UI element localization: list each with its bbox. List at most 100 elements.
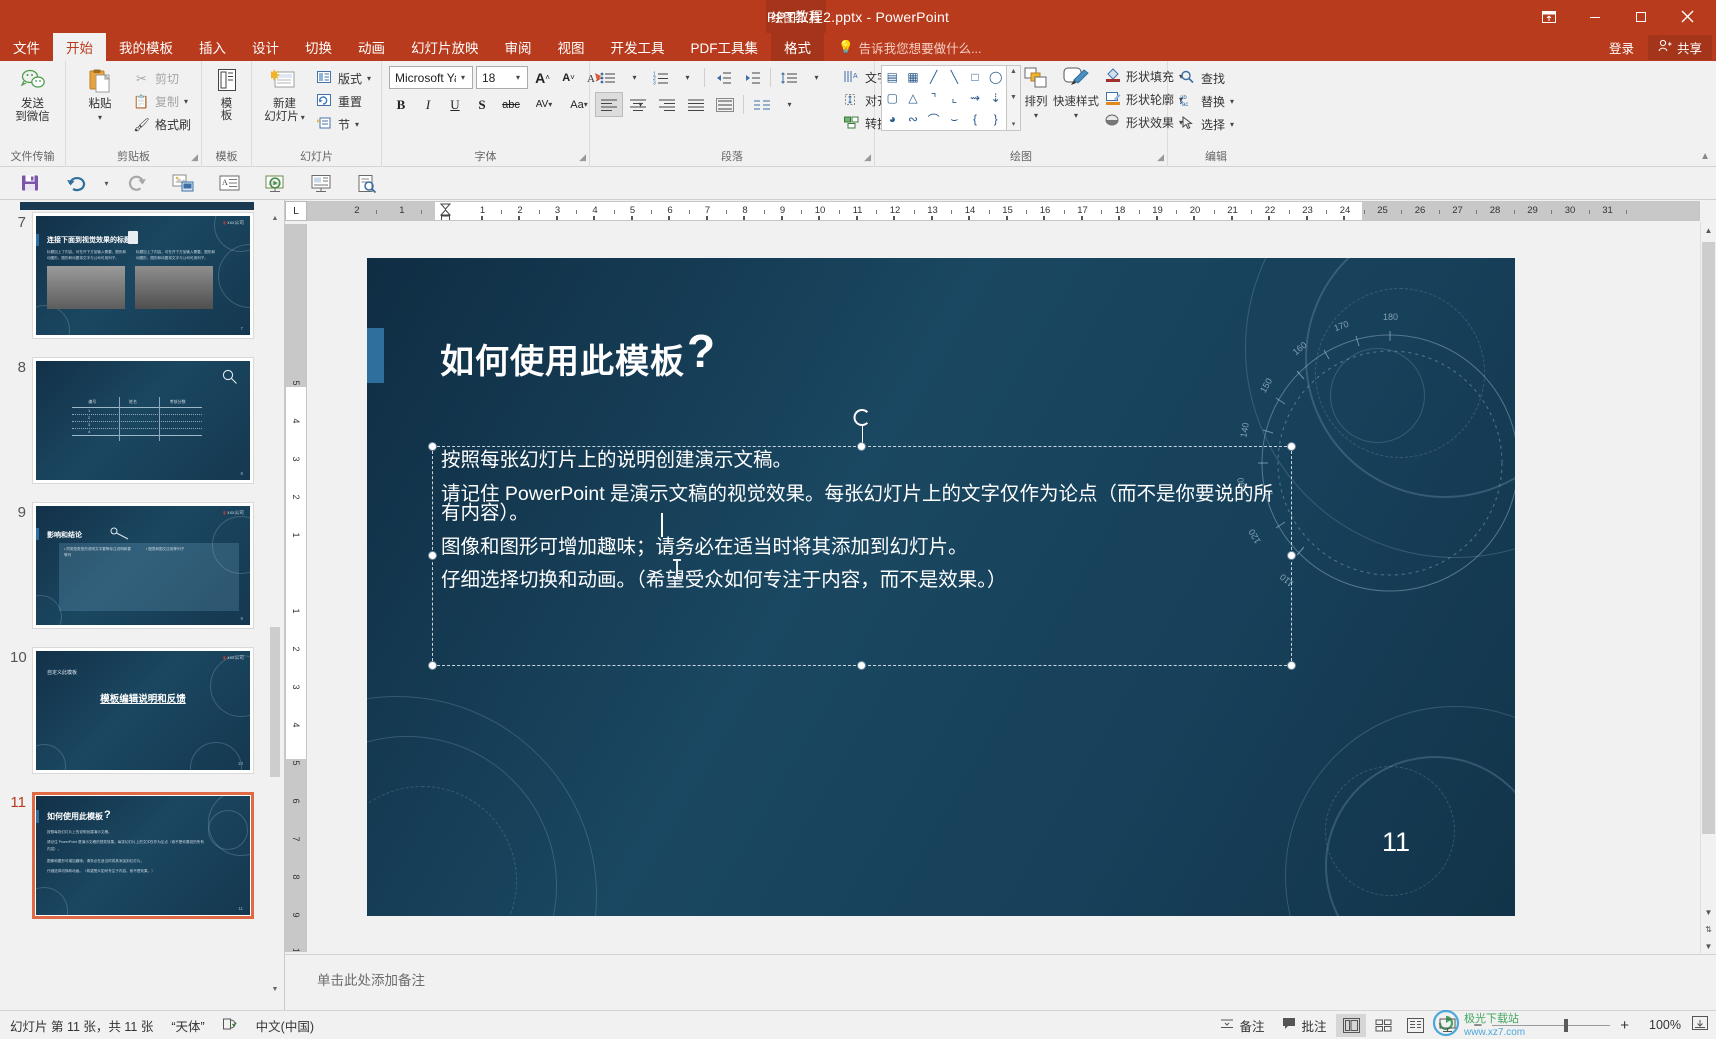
tab-animations[interactable]: 动画 — [345, 33, 398, 61]
thumbnail-scrollbar[interactable]: ▲ ▼ — [269, 212, 281, 996]
select-caret-icon[interactable]: ▾ — [1230, 120, 1234, 129]
thumbnail-scroll-down-icon[interactable]: ▼ — [269, 983, 281, 996]
ruler-tab-stop[interactable] — [893, 216, 895, 220]
text-shadow-button[interactable]: S — [470, 93, 494, 116]
ruler-tab-stop[interactable] — [1305, 216, 1308, 220]
reset-button[interactable]: 重置 — [313, 90, 377, 113]
ruler-tab-stop[interactable] — [1343, 216, 1345, 220]
grow-font-button[interactable]: A ˄ — [531, 66, 554, 89]
copy-caret-icon[interactable]: ▾ — [184, 97, 188, 106]
ruler-tab-stop[interactable] — [593, 216, 595, 220]
ruler-tab-stop[interactable] — [855, 216, 858, 220]
resize-handle-s[interactable] — [857, 661, 866, 670]
thumbnail-scroll-thumb[interactable] — [270, 627, 280, 777]
shape-elbow-connector[interactable]: ⌝ — [923, 87, 944, 108]
resize-handle-e[interactable] — [1287, 551, 1296, 560]
find-button[interactable]: 查找 — [1176, 67, 1240, 90]
share-button[interactable]: 共享 — [1647, 34, 1712, 60]
tab-pdf-tools[interactable]: PDF工具集 — [678, 33, 772, 61]
vertical-ruler[interactable]: 5 4 3 2 1 1 2 3 4 5 6 7 8 9 10 — [285, 224, 307, 952]
bullets-button[interactable] — [596, 66, 620, 89]
shape-arc[interactable]: ⌒ — [923, 109, 944, 130]
ribbon-display-options-icon[interactable] — [1526, 0, 1572, 33]
scroll-up-icon[interactable]: ▲ — [1701, 222, 1716, 238]
list-item[interactable]: 9 ▮ xxx公司 影响和结论 • 同类型类型的说明文字要等标注说明和要等列 •… — [10, 502, 284, 629]
ruler-tab-stop[interactable] — [1230, 216, 1233, 220]
clipboard-dialog-launcher[interactable]: ◢ — [191, 150, 198, 165]
italic-button[interactable]: I — [416, 93, 440, 116]
align-right-button[interactable] — [654, 93, 680, 116]
zoom-slider-knob[interactable] — [1564, 1018, 1569, 1032]
section-button[interactable]: 节 ▾ — [313, 113, 377, 136]
select-button[interactable]: 选择 ▾ — [1176, 113, 1240, 136]
ruler-tab-stop[interactable] — [518, 216, 520, 220]
ruler-indent-markers[interactable] — [439, 203, 452, 220]
font-dialog-launcher[interactable]: ◢ — [579, 150, 586, 165]
ruler-tab-stop[interactable] — [630, 216, 633, 220]
close-icon[interactable] — [1664, 0, 1710, 33]
zoom-out-button[interactable]: − — [1470, 1017, 1485, 1034]
tab-format[interactable]: 格式 — [771, 33, 824, 61]
start-from-beginning-button[interactable] — [161, 169, 205, 198]
shrink-font-button[interactable]: A ˅ — [557, 66, 580, 89]
new-slide-caret-icon[interactable]: ▾ — [301, 111, 305, 124]
layout-button[interactable]: 版式 ▾ — [313, 67, 377, 90]
justify-button[interactable] — [683, 93, 709, 116]
resize-handle-nw[interactable] — [428, 442, 437, 451]
shape-left-brace[interactable]: { — [965, 109, 986, 130]
zoom-in-button[interactable]: + — [1617, 1017, 1632, 1034]
thumbnail-frame[interactable]: ▮ xxx公司 影响和结论 • 同类型类型的说明文字要等标注说明和要等列 • 图… — [32, 502, 254, 629]
arrange-button[interactable]: 排列 ▾ — [1021, 63, 1051, 125]
distribute-button[interactable] — [712, 93, 738, 116]
ruler-tab-stop[interactable] — [1193, 216, 1195, 220]
tab-stop-marker[interactable]: L — [285, 201, 307, 221]
slideshow-view-button[interactable] — [1432, 1014, 1462, 1037]
zoom-slider[interactable] — [1492, 1018, 1611, 1032]
shape-rectangle[interactable]: □ — [965, 66, 986, 87]
bullets-caret-icon[interactable]: ▾ — [623, 66, 646, 89]
maximize-icon[interactable] — [1618, 0, 1664, 33]
slide-canvas[interactable]: 180 170 160 150 140 130 120 110 如何使用此模板 … — [367, 258, 1515, 916]
send-to-wechat-button[interactable]: 发送 到微信 — [4, 65, 61, 127]
ruler-tab-stop[interactable] — [743, 216, 745, 220]
paste-caret-icon[interactable]: ▾ — [98, 111, 102, 124]
resize-handle-n[interactable] — [857, 442, 866, 451]
quick-styles-button[interactable]: 快速样式 ▾ — [1051, 63, 1101, 125]
shape-triangle[interactable]: △ — [903, 87, 924, 108]
line-spacing-caret-icon[interactable]: ▾ — [805, 66, 828, 89]
shape-elbow-arrow-connector[interactable]: ⌞ — [944, 87, 965, 108]
thumbnail-frame[interactable]: ▮ xxx公司 连接下面到视觉效果的标题 标题加上了内容。可在开下方加输入需要，… — [32, 212, 254, 339]
slide-count-label[interactable]: 幻灯片 第 11 张，共 11 张 — [10, 1016, 153, 1035]
template-button[interactable]: 模 板 — [206, 65, 247, 125]
shapes-more-icon[interactable]: ▾ — [1012, 120, 1016, 128]
paragraph-dialog-launcher[interactable]: ◢ — [864, 150, 871, 165]
align-left-button[interactable] — [595, 92, 623, 117]
shape-vertical-text-box[interactable]: ▦ — [903, 66, 924, 87]
shapes-gallery[interactable]: ▤ ▦ ╱ ╲ □ ◯ ▢ △ ⌝ ⌞ ⇝ ⇣ ◕ ∾ ⌒ ⌣ {} — [881, 65, 1007, 131]
comments-toggle-button[interactable]: 批注 — [1274, 1014, 1334, 1037]
shape-right-arrow[interactable]: ⇝ — [965, 87, 986, 108]
ruler-tab-stop[interactable] — [1155, 216, 1158, 220]
shapes-gallery-scrollbar[interactable]: ▲ ▼ ▾ — [1007, 65, 1021, 131]
shape-line[interactable]: ╱ — [923, 66, 944, 87]
proofing-icon[interactable] — [222, 1017, 238, 1034]
font-name-caret-icon[interactable]: ▾ — [456, 73, 470, 82]
thumbnail-frame[interactable]: ▮ xxx公司 自定义此模板 模板编辑说明和反馈 10 — [32, 647, 254, 774]
copy-button[interactable]: 📋 复制 ▾ — [130, 90, 197, 113]
previous-slide-icon[interactable]: ⇅ — [1701, 921, 1716, 937]
ruler-tab-stop[interactable] — [1043, 216, 1045, 220]
paste-button[interactable]: 粘贴 ▾ — [70, 65, 130, 127]
ruler-tab-stop[interactable] — [668, 216, 670, 220]
thumbnail-frame-selected[interactable]: 如何使用此模板 ? 按照每张幻灯片上的说明创建演示文稿。 请记住 PowerPo… — [32, 792, 254, 919]
ruler-tab-stop[interactable] — [555, 216, 558, 220]
numbering-button[interactable]: 123 — [649, 66, 673, 89]
shape-down-arrow[interactable]: ⇣ — [985, 87, 1006, 108]
thumbnail-scroll-up-icon[interactable]: ▲ — [269, 212, 281, 225]
columns-caret-icon[interactable]: ▾ — [778, 93, 801, 116]
insert-text-box-button[interactable]: A — [207, 169, 251, 198]
notes-toggle-button[interactable]: 备注 — [1212, 1014, 1272, 1037]
shapes-scroll-up-icon[interactable]: ▲ — [1010, 68, 1017, 75]
tab-home[interactable]: 开始 — [53, 33, 106, 61]
language-label[interactable]: 中文(中国) — [256, 1016, 314, 1035]
minimize-icon[interactable] — [1572, 0, 1618, 33]
